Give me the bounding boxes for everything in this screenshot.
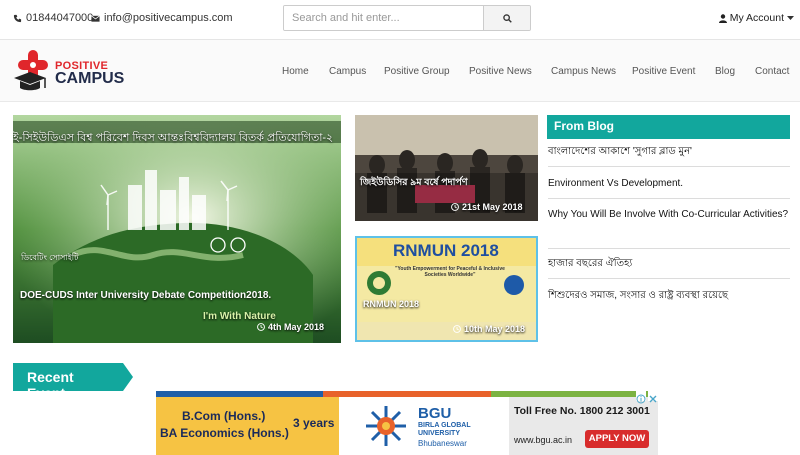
blog-divider [548, 248, 790, 249]
top-bar: 01844047000 info@positivecampus.com My A… [0, 0, 800, 40]
ad-website: www.bgu.ac.in [514, 435, 573, 445]
blog-item-environment[interactable]: Environment Vs Development. [548, 175, 790, 192]
envelope-icon [91, 15, 100, 22]
ad-duration: 3 years [293, 416, 335, 430]
main-nav: Home Campus Positive Group Positive News… [0, 66, 800, 78]
poster-subtitle: "Youth Empowerment for Peaceful & Inclus… [395, 266, 505, 278]
nav-campus-news[interactable]: Campus News [551, 66, 616, 77]
ad-uni-city: Bhubaneswar [418, 439, 467, 448]
phone-icon [13, 14, 22, 22]
blog-divider [548, 198, 790, 199]
ad-close-icon[interactable] [648, 391, 658, 403]
featured-image [13, 115, 341, 343]
phone-contact[interactable]: 01844047000 [13, 12, 93, 24]
blog-divider [548, 278, 790, 279]
featured-slogan: I'm With Nature [203, 311, 276, 322]
nav-positive-event[interactable]: Positive Event [632, 66, 695, 77]
clock-icon [257, 323, 265, 331]
post-date-text-rnmun: 10th May 2018 [464, 324, 526, 334]
post-date-gudc: 21st May 2018 [451, 202, 523, 212]
email-contact[interactable]: info@positivecampus.com [91, 12, 233, 24]
ad-course-panel: B.Com (Hons.) BA Economics (Hons.) 3 yea… [156, 397, 339, 455]
ad-university-panel: BGU BIRLA GLOBAL UNIVERSITY Bhubaneswar [339, 397, 509, 455]
from-blog-heading: From Blog [547, 115, 790, 139]
featured-post-card[interactable]: ই-সিইউডিএস বিশ্ব পরিবেশ দিবস আন্তঃবিশ্বব… [13, 115, 341, 343]
search-bar [283, 5, 531, 31]
my-account-menu[interactable]: My Account [718, 12, 794, 24]
nav-positive-group[interactable]: Positive Group [384, 66, 450, 77]
ad-contact-panel: Toll Free No. 1800 212 3001 www.bgu.ac.i… [509, 397, 658, 455]
featured-banner-text: ই-সিইউডিএস বিশ্ব পরিবেশ দিবস আন্তঃবিশ্বব… [13, 132, 334, 144]
recent-event-arrow [123, 363, 133, 391]
my-account-label: My Account [729, 12, 784, 24]
ad-tollfree: Toll Free No. 1800 212 3001 [514, 405, 650, 417]
ad-uni-line1: BIRLA GLOBAL [418, 422, 471, 429]
nav-home[interactable]: Home [282, 66, 309, 77]
featured-post-date: 4th May 2018 [257, 322, 324, 332]
post-card-rnmun[interactable]: RNMUN 2018 "Youth Empowerment for Peacef… [355, 236, 538, 342]
post-date-text-gudc: 21st May 2018 [462, 202, 523, 212]
search-input[interactable] [284, 6, 483, 30]
ad-course-1: B.Com (Hons.) [182, 409, 266, 423]
search-button[interactable] [483, 6, 530, 30]
ad-uni-line2: UNIVERSITY [418, 430, 461, 437]
post-date-rnmun: 10th May 2018 [453, 324, 525, 334]
nav-campus[interactable]: Campus [329, 66, 366, 77]
ad-info-icon[interactable] [636, 391, 646, 404]
nav-positive-news[interactable]: Positive News [469, 66, 532, 77]
ad-uni-short: BGU [418, 405, 452, 422]
email-address: info@positivecampus.com [104, 12, 233, 24]
blog-item-heritage[interactable]: হাজার বছরের ঐতিহ্য [548, 255, 790, 272]
blog-item-children-society[interactable]: শিশুদেরও সমাজ, সংসার ও রাষ্ট্র ব্যবস্থা … [548, 287, 790, 304]
ad-course-2: BA Economics (Hons.) [160, 426, 289, 440]
post-title-gudc: জিইউডিসির ৯ম বর্ষে পদার্পণ [360, 177, 468, 188]
search-icon [502, 13, 512, 23]
nav-blog[interactable]: Blog [715, 66, 735, 77]
clock-icon [451, 203, 459, 211]
post-card-gudc[interactable]: জিইউডিসির ৯ম বর্ষে পদার্পণ 21st May 2018 [355, 115, 538, 221]
user-icon [718, 13, 727, 23]
featured-date-text: 4th May 2018 [268, 322, 325, 332]
blog-item-co-curricular[interactable]: Why You Will Be Involve With Co-Curricul… [548, 206, 790, 223]
post-title-rnmun: RNMUN 2018 [363, 299, 420, 309]
phone-number: 01844047000 [26, 12, 94, 24]
blog-divider [548, 166, 790, 167]
blog-item-sugar-blood-moon[interactable]: বাংলাদেশের আকাশে 'সুগার ব্লাড মুন' [548, 143, 790, 160]
caret-down-icon [787, 15, 794, 20]
featured-society-text: ডিবেটিং সোসাইটি [21, 253, 79, 262]
ad-apply-now-button[interactable]: APPLY NOW [585, 430, 649, 448]
poster-title: RNMUN 2018 [393, 241, 499, 260]
advertisement-banner[interactable]: B.Com (Hons.) BA Economics (Hons.) 3 yea… [156, 391, 658, 455]
clock-icon [453, 325, 461, 333]
featured-post-title: DOE-CUDS Inter University Debate Competi… [20, 290, 272, 301]
recent-event-label: Recent Event [13, 363, 123, 401]
bgu-emblem-icon [366, 406, 406, 446]
nav-contact[interactable]: Contact [755, 66, 789, 77]
